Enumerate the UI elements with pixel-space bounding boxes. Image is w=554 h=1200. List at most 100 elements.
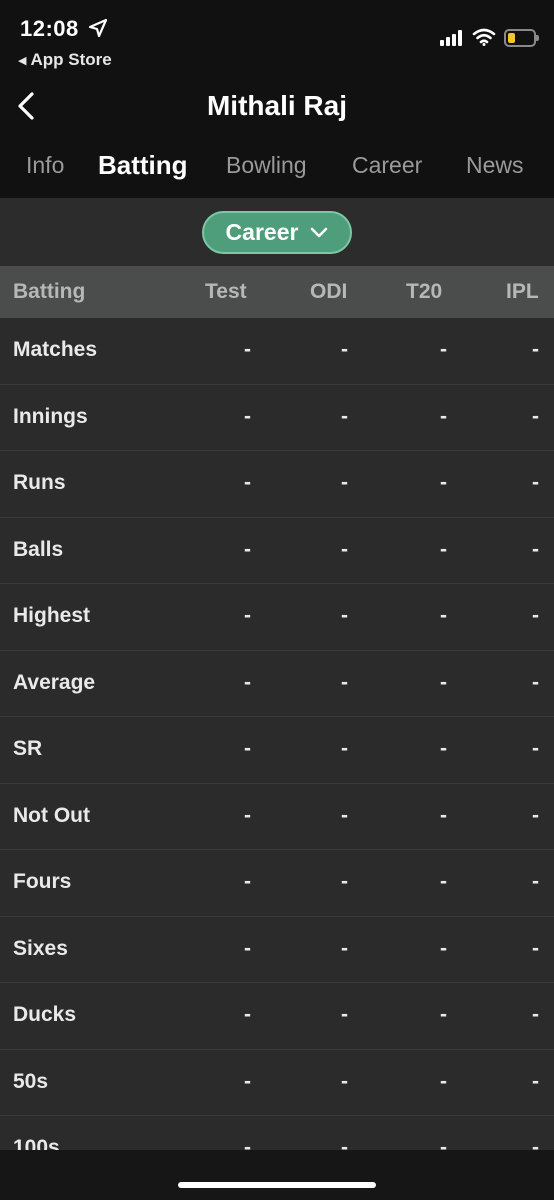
table-cell: - [440, 537, 447, 561]
table-cell: - [341, 537, 348, 561]
table-row: Fours - - - - [0, 850, 554, 917]
row-label: Average [13, 670, 96, 694]
home-indicator[interactable] [178, 1182, 376, 1188]
column-header-t20: T20 [406, 280, 443, 303]
table-cell: - [440, 604, 447, 627]
table-cell: - [244, 471, 251, 494]
table-cell: - [440, 803, 447, 827]
table-cell: - [532, 803, 539, 827]
table-cell: - [341, 404, 348, 428]
table-row: Runs - - - - [0, 451, 554, 518]
table-cell: - [341, 1003, 348, 1026]
table-cell: - [341, 1069, 348, 1093]
table-cell: - [532, 1003, 539, 1026]
table-cell: - [532, 737, 539, 760]
table-cell: - [341, 870, 348, 893]
tab-batting[interactable]: Batting [98, 150, 188, 181]
filter-bar: Career [0, 198, 554, 266]
column-header-test: Test [205, 280, 247, 303]
batting-stats-table[interactable]: Matches - - - - Innings - - - - Runs - - - - Balls - - - - H… [0, 318, 554, 1150]
table-cell: - [341, 471, 348, 494]
table-cell: - [440, 471, 447, 494]
table-row: Not Out - - - - [0, 784, 554, 850]
row-label: Runs [13, 471, 66, 494]
location-arrow-icon [88, 18, 108, 38]
table-cell: - [341, 936, 348, 960]
career-filter-label: Career [225, 219, 299, 245]
back-triangle-icon: ◀ [18, 54, 27, 67]
table-cell: - [244, 936, 251, 960]
table-cell: - [341, 803, 348, 827]
player-header: Mithali Raj [0, 78, 554, 136]
table-row: Balls - - - - [0, 518, 554, 584]
table-cell: - [532, 670, 539, 694]
table-cell: - [440, 1136, 447, 1150]
row-label: SR [13, 737, 43, 760]
table-cell: - [244, 737, 251, 760]
table-row: Matches - - - - [0, 318, 554, 385]
table-cell: - [341, 604, 348, 627]
table-row: Sixes - - - - [0, 917, 554, 983]
row-label: Sixes [13, 936, 68, 960]
table-cell: - [532, 404, 539, 428]
back-to-app-link[interactable]: ◀ App Store [18, 50, 112, 70]
table-cell: - [244, 1136, 251, 1150]
table-cell: - [244, 670, 251, 694]
table-cell: - [341, 338, 348, 361]
page-title: Mithali Raj [206, 90, 347, 121]
table-cell: - [532, 936, 539, 960]
table-cell: - [532, 537, 539, 561]
table-cell: - [440, 404, 447, 428]
table-row: Highest - - - - [0, 584, 554, 651]
table-cell: - [440, 936, 447, 960]
battery-level [508, 33, 515, 43]
row-label: Balls [13, 537, 64, 561]
table-cell: - [440, 870, 447, 893]
tab-info[interactable]: Info [26, 152, 64, 179]
table-cell: - [244, 604, 251, 627]
table-cell: - [244, 338, 251, 361]
row-label: 100s [13, 1136, 60, 1150]
table-cell: - [244, 870, 251, 893]
table-cell: - [532, 471, 539, 494]
status-time: 12:08 [20, 16, 79, 41]
row-label: Not Out [13, 803, 90, 827]
chevron-down-icon [311, 227, 328, 237]
column-header-ipl: IPL [506, 280, 539, 303]
table-cell: - [440, 1003, 447, 1026]
tab-news[interactable]: News [466, 152, 524, 179]
table-header: Batting Test ODI T20 IPL [0, 266, 554, 318]
row-label: Highest [13, 604, 91, 627]
table-cell: - [440, 338, 447, 361]
table-row: Average - - - - [0, 651, 554, 717]
battery-icon [504, 29, 539, 47]
tab-bowling[interactable]: Bowling [226, 152, 307, 179]
row-label: Matches [13, 338, 98, 361]
table-cell: - [532, 870, 539, 893]
table-row: 100s - - - - [0, 1116, 554, 1150]
career-filter-dropdown[interactable]: Career [202, 211, 352, 254]
table-cell: - [244, 1003, 251, 1026]
table-cell: - [341, 737, 348, 760]
table-cell: - [532, 1136, 539, 1150]
row-label: Ducks [13, 1003, 77, 1026]
column-header-batting: Batting [13, 280, 86, 303]
home-area [0, 1150, 554, 1200]
table-cell: - [440, 737, 447, 760]
table-row: Ducks - - - - [0, 983, 554, 1050]
back-app-label: App Store [30, 50, 112, 69]
wifi-icon [472, 28, 496, 46]
row-label: 50s [13, 1069, 49, 1093]
table-cell: - [244, 404, 251, 428]
table-row: 50s - - - - [0, 1050, 554, 1116]
row-label: Fours [13, 870, 72, 893]
table-row: Innings - - - - [0, 385, 554, 451]
table-cell: - [341, 670, 348, 694]
table-cell: - [341, 1136, 348, 1150]
column-header-odi: ODI [310, 280, 348, 303]
table-cell: - [244, 1069, 251, 1093]
tab-bar: Info Batting Bowling Career News [0, 146, 554, 192]
tab-career[interactable]: Career [352, 152, 422, 179]
table-cell: - [532, 1069, 539, 1093]
table-cell: - [440, 670, 447, 694]
